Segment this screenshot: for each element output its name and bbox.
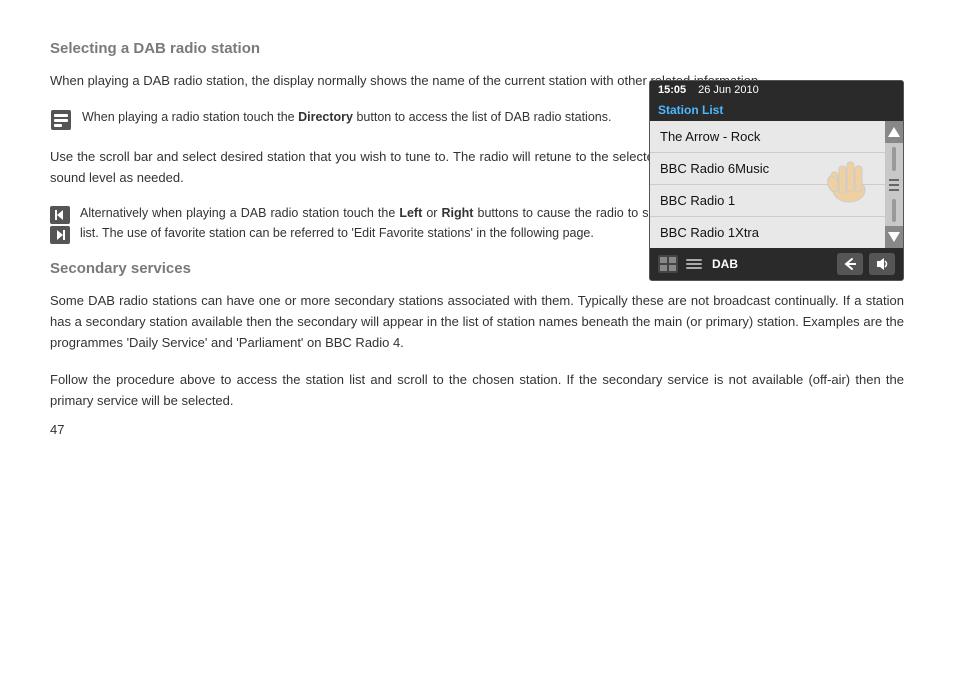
grip-line-2 — [889, 184, 899, 186]
dab-mode-label: DAB — [712, 257, 831, 271]
directory-icon — [50, 109, 72, 131]
grid-icon — [658, 255, 678, 273]
volume-icon — [874, 257, 890, 271]
radio-status-bar: 15:05 26 Jun 2010 — [650, 81, 903, 99]
scroll-up-icon — [888, 127, 900, 137]
note1-text: When playing a radio station touch the D… — [82, 108, 611, 127]
scroll-track-2 — [892, 199, 896, 223]
back-button[interactable] — [837, 253, 863, 275]
back-icon — [842, 257, 858, 271]
section1-heading: Selecting a DAB radio station — [50, 40, 904, 57]
radio-date: 26 Jun 2010 — [698, 84, 759, 96]
nav-buttons-icon — [50, 206, 70, 244]
note1-bold: Directory — [298, 110, 353, 124]
note2-bold2: Right — [442, 206, 474, 220]
menu-icon — [684, 255, 704, 273]
grip-line-1 — [889, 179, 899, 181]
secondary-para1: Some DAB radio stations can have one or … — [50, 291, 904, 353]
secondary-para2: Follow the procedure above to access the… — [50, 370, 904, 412]
scroll-grip — [889, 179, 899, 191]
hand-cursor — [819, 148, 879, 211]
scroll-track — [892, 147, 896, 171]
station-list-header: Station List — [650, 99, 903, 121]
note2-bold1: Left — [399, 206, 422, 220]
scroll-up-button[interactable] — [885, 121, 903, 143]
scroll-down-button[interactable] — [885, 226, 903, 248]
page-number: 47 — [50, 422, 64, 437]
hand-cursor-svg — [819, 148, 879, 208]
scroll-down-icon — [888, 232, 900, 242]
radio-toolbar: DAB — [650, 248, 903, 280]
radio-time: 15:05 — [658, 84, 686, 96]
grip-line-3 — [889, 189, 899, 191]
volume-button[interactable] — [869, 253, 895, 275]
scrollbar[interactable] — [885, 121, 903, 248]
station-item-4[interactable]: BBC Radio 1Xtra — [650, 217, 885, 248]
station-list-label: Station List — [658, 103, 723, 117]
